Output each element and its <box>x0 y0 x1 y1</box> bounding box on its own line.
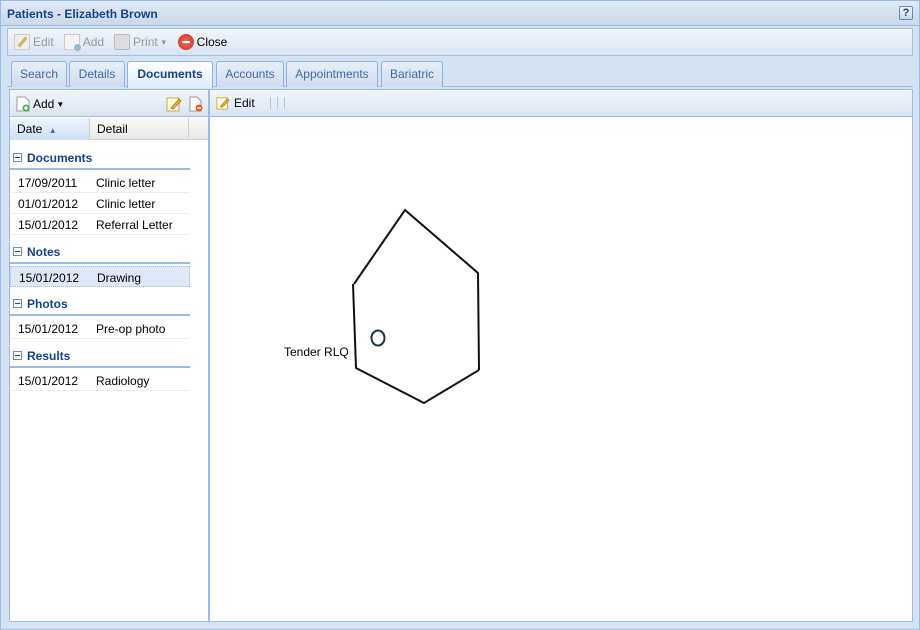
row-date: 17/09/2011 <box>18 176 78 190</box>
column-header-detail-label: Detail <box>97 122 128 136</box>
row-detail: Radiology <box>96 374 150 388</box>
toolbar-separator <box>284 97 285 109</box>
collapse-icon[interactable] <box>13 299 22 308</box>
edit-document-icon[interactable] <box>166 96 182 112</box>
table-row-selected[interactable]: 15/01/2012 Drawing <box>10 266 190 287</box>
sort-ascending-icon: ▲ <box>48 126 57 135</box>
edit-button-label: Edit <box>33 35 54 49</box>
documents-list-toolbar: Add ▼ <box>10 90 208 117</box>
documents-grid-header: Date ▲ Detail <box>10 118 208 140</box>
column-header-date-label: Date <box>17 122 43 136</box>
tab-accounts[interactable]: Accounts <box>216 61 284 87</box>
table-row[interactable]: 01/01/2012 Clinic letter <box>10 193 190 214</box>
row-date: 15/01/2012 <box>18 322 79 336</box>
document-viewer-panel: Edit Tender RLQ <box>209 89 913 622</box>
group-header-photos[interactable]: Photos <box>10 296 190 316</box>
row-detail: Referral Letter <box>96 218 173 232</box>
table-row[interactable]: 15/01/2012 Radiology <box>10 370 190 391</box>
print-button-label: Print <box>133 35 158 49</box>
add-document-button[interactable]: Add ▼ <box>16 96 64 112</box>
collapse-icon[interactable] <box>13 153 22 162</box>
viewer-edit-label: Edit <box>234 96 255 110</box>
close-button[interactable]: Close <box>177 34 228 50</box>
toolbar-separator <box>277 97 278 109</box>
table-row[interactable]: 15/01/2012 Referral Letter <box>10 214 190 235</box>
add-document-label: Add <box>33 97 55 111</box>
tender-marker-circle <box>370 329 386 347</box>
row-detail: Pre-op photo <box>96 322 166 336</box>
window-titlebar: Patients - Elizabeth Brown ? <box>1 1 919 26</box>
chevron-down-icon: ▼ <box>56 99 65 109</box>
pencil-icon <box>216 97 230 110</box>
drawing-canvas[interactable]: Tender RLQ <box>210 118 912 621</box>
main-toolbar: Edit Add Print ▼ Close <box>7 28 913 56</box>
viewer-edit-button[interactable]: Edit <box>216 96 255 110</box>
tab-details[interactable]: Details <box>69 61 125 87</box>
drawing-annotation-text: Tender RLQ <box>284 345 349 359</box>
delete-document-icon[interactable] <box>188 96 204 112</box>
row-date: 15/01/2012 <box>18 218 79 232</box>
close-button-label: Close <box>196 35 228 49</box>
print-button[interactable]: Print ▼ <box>114 34 168 50</box>
row-detail: Drawing <box>97 271 142 285</box>
row-date: 01/01/2012 <box>18 197 79 211</box>
row-detail: Clinic letter <box>96 176 156 190</box>
window-bottom-border <box>1 623 919 629</box>
sketch-outline-lower <box>352 283 480 405</box>
collapse-icon[interactable] <box>13 351 22 360</box>
collapse-icon[interactable] <box>13 247 22 256</box>
tab-bariatric[interactable]: Bariatric <box>381 61 443 87</box>
toolbar-separator <box>270 97 271 109</box>
window-title: Patients - Elizabeth Brown <box>7 7 158 21</box>
patient-window: Patients - Elizabeth Brown ? Edit Add Pr… <box>0 0 920 630</box>
tab-bar: Search Details Documents Accounts Appoin… <box>7 58 913 88</box>
edit-button[interactable]: Edit <box>14 34 54 50</box>
table-row[interactable]: 15/01/2012 Pre-op photo <box>10 318 190 339</box>
row-date: 15/01/2012 <box>18 374 79 388</box>
chevron-down-icon: ▼ <box>159 37 168 47</box>
help-button[interactable]: ? <box>899 6 913 20</box>
anatomy-sketch <box>352 208 480 405</box>
row-detail: Clinic letter <box>96 197 156 211</box>
tab-appointments[interactable]: Appointments <box>286 61 378 87</box>
row-date: 15/01/2012 <box>19 271 80 285</box>
group-label: Documents <box>27 151 93 165</box>
group-header-documents[interactable]: Documents <box>10 150 190 170</box>
printer-icon <box>114 34 131 50</box>
add-button[interactable]: Add <box>63 34 105 51</box>
sketch-outline-upper <box>353 208 480 371</box>
table-row[interactable]: 17/09/2011 Clinic letter <box>10 172 190 193</box>
column-header-date[interactable]: Date ▲ <box>10 118 90 140</box>
group-label: Results <box>27 349 71 363</box>
add-document-icon <box>63 34 81 51</box>
group-label: Notes <box>27 245 61 259</box>
column-header-detail[interactable]: Detail <box>90 118 189 140</box>
group-label: Photos <box>27 297 68 311</box>
documents-list-panel: Add ▼ Date ▲ Detail Documents 17/09/2011… <box>9 89 209 622</box>
tab-documents[interactable]: Documents <box>127 61 213 88</box>
group-header-notes[interactable]: Notes <box>10 244 190 264</box>
add-button-label: Add <box>82 35 105 49</box>
viewer-toolbar: Edit <box>210 90 912 117</box>
add-document-icon <box>16 96 30 112</box>
pencil-icon <box>14 34 30 50</box>
close-icon <box>177 34 194 50</box>
group-header-results[interactable]: Results <box>10 348 190 368</box>
tab-search[interactable]: Search <box>11 61 67 87</box>
